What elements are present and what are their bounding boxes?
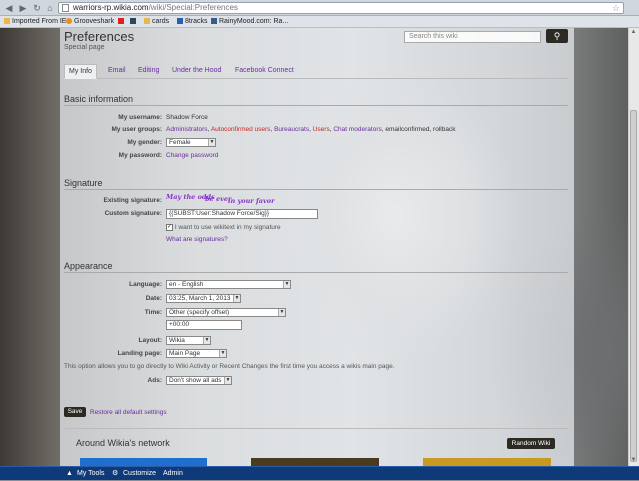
8tracks-icon	[177, 18, 183, 25]
chevron-down-icon: ▼	[203, 337, 210, 344]
chevron-down-icon: ▼	[278, 309, 285, 316]
search-icon: ⚲	[553, 31, 561, 41]
chevron-down-icon: ▼	[219, 350, 226, 357]
landing-page-select[interactable]: Main Page ▼	[166, 349, 227, 358]
group-link[interactable]: Chat moderators	[333, 126, 381, 133]
group-link[interactable]: Administrators	[166, 126, 208, 133]
user-groups-value: Administrators, Autoconfirmed users, Bur…	[166, 126, 456, 133]
customize-link[interactable]: Customize	[123, 467, 156, 481]
youtube-bookmark-icon[interactable]	[118, 16, 126, 28]
wikitext-option: ✓ I want to use wikitext in my signature	[166, 224, 281, 231]
random-wiki-button[interactable]: Random Wiki	[507, 438, 555, 449]
gender-label: My gender:	[127, 139, 162, 146]
tab-facebook-connect[interactable]: Facebook Connect	[231, 64, 298, 79]
scroll-down-icon[interactable]: ▼	[630, 457, 637, 463]
scroll-up-icon[interactable]: ▲	[630, 29, 637, 35]
page-icon	[62, 4, 69, 12]
ads-select[interactable]: Don't show all ads ▼	[166, 376, 232, 385]
username-value: Shadow Force	[166, 114, 208, 121]
ads-label: Ads:	[147, 377, 162, 384]
date-select[interactable]: 03:25, March 1, 2013 ▼	[166, 294, 241, 303]
folder-icon	[144, 18, 150, 25]
save-button[interactable]: Save	[64, 407, 86, 417]
bookmark-8tracks[interactable]: 8tracks	[177, 16, 208, 28]
search-input[interactable]: Search this wiki	[404, 31, 541, 43]
group-link[interactable]: Users	[313, 126, 330, 133]
preferences-tabs: My Info Email Editing Under the Hood Fac…	[64, 64, 568, 79]
chevron-down-icon: ▼	[208, 139, 215, 146]
back-icon[interactable]: ◀	[4, 3, 14, 13]
wikitext-label: I want to use wikitext in my signature	[174, 224, 281, 232]
page-subtitle: Special page	[64, 44, 105, 51]
language-label: Language:	[129, 281, 162, 288]
groups-rest: , emailconfirmed, rollback	[381, 126, 456, 133]
divider	[64, 272, 568, 273]
layout-label: Layout:	[138, 337, 162, 344]
wikitext-checkbox[interactable]: ✓	[166, 224, 173, 231]
landing-page-label: Landing page:	[117, 350, 162, 357]
tab-email[interactable]: Email	[104, 64, 130, 79]
custom-signature-label: Custom signature:	[104, 210, 162, 217]
time-offset-input[interactable]: +00:00	[166, 320, 242, 330]
tab-my-info[interactable]: My Info	[64, 64, 97, 79]
chevron-down-icon: ▼	[233, 295, 240, 302]
user-groups-label: My user groups:	[111, 126, 162, 133]
group-link[interactable]: Bureaucrats	[274, 126, 309, 133]
bookmark-cards[interactable]: cards	[144, 16, 169, 28]
gear-icon[interactable]: ⚙	[112, 467, 118, 481]
signature-part-3: in your favor	[228, 197, 275, 205]
search-button[interactable]: ⚲	[546, 29, 568, 43]
toolbar-expand-icon[interactable]: ▲	[66, 467, 73, 481]
browser-toolbar: ◀ ▶ ↻ ⌂ warriors-rp.wikia.com/wiki/Speci…	[0, 0, 639, 16]
username-label: My username:	[118, 114, 162, 121]
page-panel	[60, 28, 574, 466]
home-icon[interactable]: ⌂	[45, 3, 55, 13]
layout-select[interactable]: Wikia ▼	[166, 336, 211, 345]
custom-signature-input[interactable]: {{SUBST:User:Shadow Force/Sig}}	[166, 209, 318, 219]
scrollbar-thumb[interactable]	[630, 110, 637, 462]
bookmarks-bar: Imported From IE Grooveshark cards 8trac…	[0, 16, 639, 28]
bookmark-star-icon[interactable]: ☆	[612, 3, 620, 13]
folder-icon	[4, 18, 10, 25]
bookmark-grooveshark[interactable]: Grooveshark	[66, 16, 114, 28]
change-password-link[interactable]: Change password	[166, 152, 218, 159]
my-tools-menu[interactable]: My Tools	[77, 467, 105, 481]
bookmark-rainymood[interactable]: RainyMood.com: Ra...	[211, 16, 288, 28]
basic-info-heading: Basic information	[64, 94, 134, 104]
divider	[64, 105, 568, 106]
language-select[interactable]: en - English ▼	[166, 280, 291, 289]
reload-icon[interactable]: ↻	[32, 3, 42, 13]
date-label: Date:	[145, 295, 162, 302]
password-label: My password:	[118, 152, 162, 159]
time-label: Time:	[144, 309, 162, 316]
network-title: Around Wikia's network	[76, 438, 170, 448]
signature-heading: Signature	[64, 178, 103, 188]
landing-page-note: This option allows you to go directly to…	[64, 363, 395, 370]
tab-under-the-hood[interactable]: Under the Hood	[168, 64, 225, 79]
admin-link[interactable]: Admin	[163, 467, 183, 481]
chevron-down-icon: ▼	[283, 281, 290, 288]
page-title: Preferences	[64, 29, 135, 44]
grooveshark-icon	[66, 18, 72, 25]
url-path: /wiki/Special:Preferences	[148, 3, 238, 12]
address-bar[interactable]: warriors-rp.wikia.com/wiki/Special:Prefe…	[58, 2, 624, 14]
time-select[interactable]: Other (specify offset) ▼	[166, 308, 286, 317]
tab-editing[interactable]: Editing	[134, 64, 163, 79]
bookmark-imported[interactable]: Imported From IE	[4, 16, 66, 28]
chevron-down-icon: ▼	[224, 377, 231, 384]
rainymood-icon	[211, 18, 217, 25]
wikia-toolbar: ▲ My Tools ⚙ Customize Admin	[0, 466, 639, 480]
forward-icon[interactable]: ▶	[18, 3, 28, 13]
group-link[interactable]: Autoconfirmed users	[211, 126, 271, 133]
signature-help-link[interactable]: What are signatures?	[166, 236, 228, 243]
restore-defaults-link[interactable]: Restore all default settings	[90, 409, 167, 416]
tumblr-bookmark-icon[interactable]	[130, 16, 138, 28]
gender-select[interactable]: Female ▼	[166, 138, 216, 147]
url-domain: warriors-rp.wikia.com	[73, 3, 149, 12]
existing-signature-label: Existing signature:	[103, 197, 162, 204]
appearance-heading: Appearance	[64, 261, 113, 271]
divider	[64, 189, 568, 190]
